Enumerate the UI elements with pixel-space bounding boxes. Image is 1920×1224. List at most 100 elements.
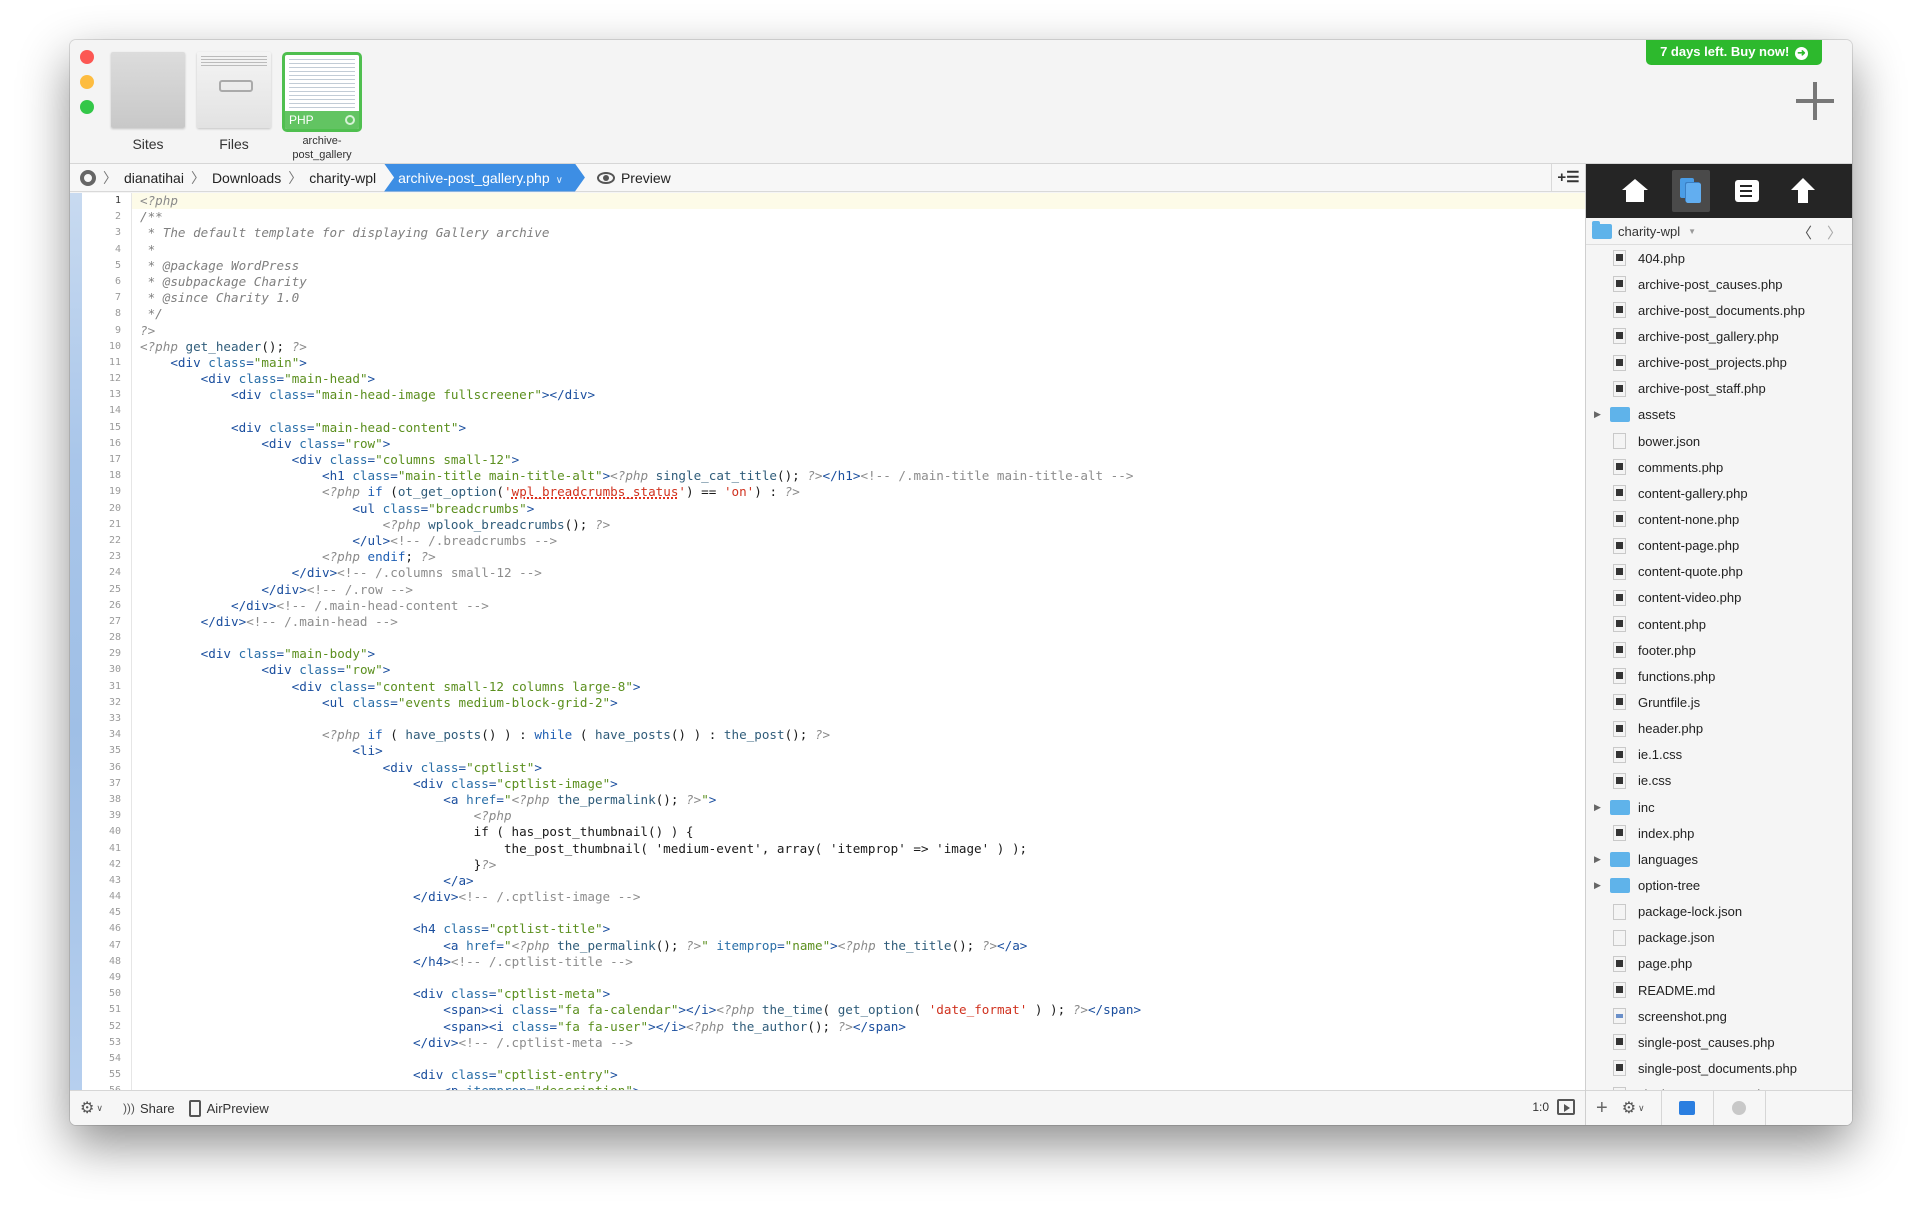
file-item[interactable]: README.md xyxy=(1586,977,1852,1003)
share-button[interactable]: Share xyxy=(140,1101,175,1116)
folder-item[interactable]: ▶ languages xyxy=(1586,846,1852,872)
code-line[interactable]: <div class="cptlist"> xyxy=(132,760,1585,776)
root-circle-icon[interactable] xyxy=(80,169,96,186)
file-item[interactable]: footer.php xyxy=(1586,637,1852,663)
code-line[interactable]: <div class="cptlist-meta"> xyxy=(132,986,1585,1002)
file-item[interactable]: ie.css xyxy=(1586,768,1852,794)
breadcrumb-item-charity-wpl[interactable]: charity-wpl xyxy=(309,170,376,186)
code-line[interactable]: <ul class="breadcrumbs"> xyxy=(132,501,1585,517)
file-item[interactable]: content-page.php xyxy=(1586,533,1852,559)
file-item[interactable]: archive-post_gallery.php xyxy=(1586,323,1852,349)
add-file-plus-icon[interactable]: + xyxy=(1596,1097,1608,1120)
remote-server-button[interactable] xyxy=(1712,1090,1765,1125)
code-line[interactable]: </h4><!-- /.cptlist-title --> xyxy=(132,954,1585,970)
code-line[interactable]: * @package WordPress xyxy=(132,258,1585,274)
files-button[interactable] xyxy=(1672,170,1710,212)
folder-item[interactable]: ▶ assets xyxy=(1586,402,1852,428)
file-item[interactable]: header.php xyxy=(1586,716,1852,742)
code-line[interactable]: <ul class="events medium-block-grid-2"> xyxy=(132,695,1585,711)
code-line[interactable]: </div><!-- /.cptlist-meta --> xyxy=(132,1035,1585,1051)
file-item[interactable]: content-none.php xyxy=(1586,506,1852,532)
file-item[interactable]: archive-post_staff.php xyxy=(1586,376,1852,402)
code-line[interactable]: /** xyxy=(132,209,1585,225)
code-line[interactable]: <h1 class="main-title main-title-alt"><?… xyxy=(132,468,1585,484)
code-line[interactable]: the_post_thumbnail( 'medium-event', arra… xyxy=(132,841,1585,857)
code-area[interactable]: <?php/** * The default template for disp… xyxy=(132,193,1585,1090)
code-line[interactable]: <div class="content small-12 columns lar… xyxy=(132,679,1585,695)
code-line[interactable]: <div class="main-head"> xyxy=(132,371,1585,387)
open-file-tab[interactable]: PHP archive-post_gallery xyxy=(282,52,362,162)
file-item[interactable]: page.php xyxy=(1586,951,1852,977)
file-item[interactable]: bower.json xyxy=(1586,428,1852,454)
code-line[interactable]: <div class="columns small-12"> xyxy=(132,452,1585,468)
home-button[interactable] xyxy=(1616,170,1654,212)
code-line[interactable]: <a href="<?php the_permalink(); ?>"> xyxy=(132,792,1585,808)
code-line[interactable]: <div class="cptlist-image"> xyxy=(132,776,1585,792)
file-item[interactable]: archive-post_documents.php xyxy=(1586,297,1852,323)
code-line[interactable]: </div><!-- /.main-head --> xyxy=(132,614,1585,630)
code-line[interactable]: </div><!-- /.row --> xyxy=(132,582,1585,598)
code-line[interactable]: <div class="row"> xyxy=(132,662,1585,678)
sites-tab[interactable]: Sites xyxy=(110,52,186,152)
file-item[interactable]: archive-post_projects.php xyxy=(1586,350,1852,376)
code-line[interactable]: </div><!-- /.cptlist-image --> xyxy=(132,889,1585,905)
code-line[interactable]: if ( has_post_thumbnail() ) { xyxy=(132,824,1585,840)
code-line[interactable]: <?php wplook_breadcrumbs(); ?> xyxy=(132,517,1585,533)
breadcrumb-item-dianatihai[interactable]: dianatihai xyxy=(124,170,184,186)
code-line[interactable]: * @subpackage Charity xyxy=(132,274,1585,290)
files-tab[interactable]: Files xyxy=(196,52,272,152)
minimize-button[interactable] xyxy=(80,75,94,89)
code-line[interactable] xyxy=(132,711,1585,727)
file-item[interactable]: screenshot.png xyxy=(1586,1003,1852,1029)
code-line[interactable]: * @since Charity 1.0 xyxy=(132,290,1585,306)
code-line[interactable]: <span><i class="fa fa-calendar"></i><?ph… xyxy=(132,1002,1585,1018)
code-line[interactable]: <li> xyxy=(132,743,1585,759)
code-line[interactable]: <?php get_header(); ?> xyxy=(132,339,1585,355)
current-folder-dropdown[interactable]: charity-wpl xyxy=(1618,224,1680,239)
code-line[interactable]: }?> xyxy=(132,857,1585,873)
zoom-button[interactable] xyxy=(80,100,94,114)
file-item[interactable]: single-post_causes.php xyxy=(1586,1029,1852,1055)
disclosure-triangle-icon[interactable]: ▶ xyxy=(1594,802,1601,813)
file-item[interactable]: archive-post_causes.php xyxy=(1586,271,1852,297)
file-item[interactable]: ie.1.css xyxy=(1586,742,1852,768)
code-line[interactable]: <?php xyxy=(132,193,1585,210)
code-line[interactable] xyxy=(132,905,1585,921)
code-line[interactable] xyxy=(132,403,1585,419)
file-item[interactable]: single-post_documents.php xyxy=(1586,1055,1852,1081)
code-line[interactable]: <h4 class="cptlist-title"> xyxy=(132,921,1585,937)
file-item[interactable]: content-video.php xyxy=(1586,585,1852,611)
code-line[interactable]: */ xyxy=(132,306,1585,322)
new-tab-plus-icon[interactable] xyxy=(1796,82,1834,120)
code-line[interactable]: <?php endif; ?> xyxy=(132,549,1585,565)
local-drive-button[interactable] xyxy=(1660,1090,1713,1125)
code-line[interactable]: </ul><!-- /.breadcrumbs --> xyxy=(132,533,1585,549)
folder-item[interactable]: ▶ inc xyxy=(1586,794,1852,820)
code-line[interactable]: * The default template for displaying Ga… xyxy=(132,225,1585,241)
file-item[interactable]: functions.php xyxy=(1586,663,1852,689)
navigator-button[interactable] xyxy=(1728,170,1766,212)
breadcrumb-current-file[interactable]: archive-post_gallery.php ∨ xyxy=(384,164,585,192)
code-line[interactable]: <?php if ( have_posts() ) : while ( have… xyxy=(132,727,1585,743)
code-line[interactable]: </a> xyxy=(132,873,1585,889)
gear-icon[interactable]: ⚙ xyxy=(80,1098,94,1118)
code-line[interactable]: </div><!-- /.columns small-12 --> xyxy=(132,565,1585,581)
code-line[interactable] xyxy=(132,970,1585,986)
folder-item[interactable]: ▶ option-tree xyxy=(1586,872,1852,898)
code-line[interactable]: <div class="cptlist-entry"> xyxy=(132,1067,1585,1083)
publish-button[interactable] xyxy=(1784,170,1822,212)
file-item[interactable]: index.php xyxy=(1586,820,1852,846)
code-line[interactable]: <a href="<?php the_permalink(); ?>" item… xyxy=(132,938,1585,954)
gear-icon[interactable]: ⚙ xyxy=(1622,1098,1636,1118)
file-item[interactable]: content-gallery.php xyxy=(1586,480,1852,506)
code-line[interactable]: </div><!-- /.main-head-content --> xyxy=(132,598,1585,614)
buy-now-banner[interactable]: 7 days left. Buy now! ➜ xyxy=(1646,40,1822,65)
file-item[interactable]: 404.php xyxy=(1586,245,1852,271)
close-button[interactable] xyxy=(80,50,94,64)
code-line[interactable] xyxy=(132,1051,1585,1067)
breadcrumb-item-downloads[interactable]: Downloads xyxy=(212,170,281,186)
airpreview-button[interactable]: AirPreview xyxy=(207,1101,269,1116)
code-line[interactable]: <?php xyxy=(132,808,1585,824)
preview-button[interactable]: Preview xyxy=(621,170,671,186)
code-line[interactable]: * xyxy=(132,242,1585,258)
